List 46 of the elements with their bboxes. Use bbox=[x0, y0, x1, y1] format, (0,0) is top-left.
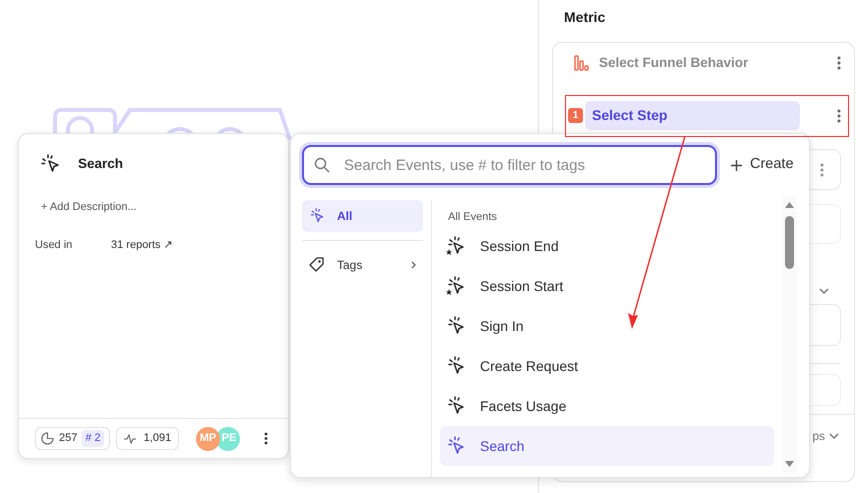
cursor-star-icon bbox=[446, 236, 466, 256]
chevron-down-icon[interactable] bbox=[829, 433, 839, 439]
event-item[interactable]: Session End bbox=[440, 226, 774, 266]
select-step-button[interactable]: Select Step bbox=[585, 101, 800, 130]
cursor-click-icon bbox=[446, 316, 466, 336]
rank-badge: # 2 bbox=[82, 430, 104, 447]
chevron-right-icon bbox=[411, 261, 416, 269]
event-volume: 1,091 bbox=[144, 431, 172, 446]
list-heading: All Events bbox=[448, 210, 498, 224]
pulse-icon bbox=[124, 434, 136, 444]
step-number-badge: 1 bbox=[568, 108, 583, 123]
cursor-star-icon bbox=[446, 276, 466, 296]
event-item[interactable]: Sign In bbox=[440, 306, 774, 346]
event-item[interactable]: Search bbox=[440, 426, 774, 466]
panel-title: Metric bbox=[564, 8, 606, 27]
user-avatar: PE bbox=[216, 426, 240, 450]
chevron-down-icon[interactable] bbox=[819, 288, 829, 294]
reports-link[interactable]: 31 reports ↗ bbox=[111, 236, 173, 254]
scrollbar[interactable] bbox=[782, 196, 797, 473]
create-button[interactable]: Create bbox=[731, 154, 794, 176]
event-item[interactable]: Facets Usage bbox=[440, 386, 774, 426]
used-in-label: Used in bbox=[35, 238, 74, 253]
event-item[interactable]: Session Start bbox=[440, 266, 774, 306]
event-item[interactable]: Create Request bbox=[440, 346, 774, 386]
category-item[interactable]: All bbox=[302, 200, 423, 232]
cursor-click-icon bbox=[446, 436, 466, 456]
scroll-up-icon[interactable] bbox=[785, 202, 794, 208]
cursor-click-icon bbox=[41, 154, 61, 174]
tag-icon bbox=[309, 257, 325, 273]
pie-chart-icon bbox=[41, 432, 54, 445]
more-icon[interactable] bbox=[264, 432, 268, 445]
event-title: Search bbox=[78, 155, 124, 173]
cursor-click-icon bbox=[309, 208, 325, 224]
scroll-thumb[interactable] bbox=[785, 216, 794, 269]
scroll-down-icon[interactable] bbox=[785, 461, 794, 467]
funnel-icon bbox=[574, 55, 590, 71]
cursor-click-icon bbox=[446, 396, 466, 416]
plus-icon bbox=[731, 160, 742, 170]
search-icon bbox=[314, 157, 330, 173]
user-avatar: MP bbox=[196, 426, 220, 450]
search-field[interactable]: Search Events, use # to filter to tags bbox=[302, 145, 717, 185]
dropdown-label[interactable]: ps bbox=[812, 427, 825, 445]
add-description-link[interactable]: + Add Description... bbox=[41, 199, 137, 216]
query-count: 257 bbox=[59, 431, 78, 446]
cursor-click-icon bbox=[446, 356, 466, 376]
category-item[interactable]: Tags bbox=[302, 249, 423, 281]
